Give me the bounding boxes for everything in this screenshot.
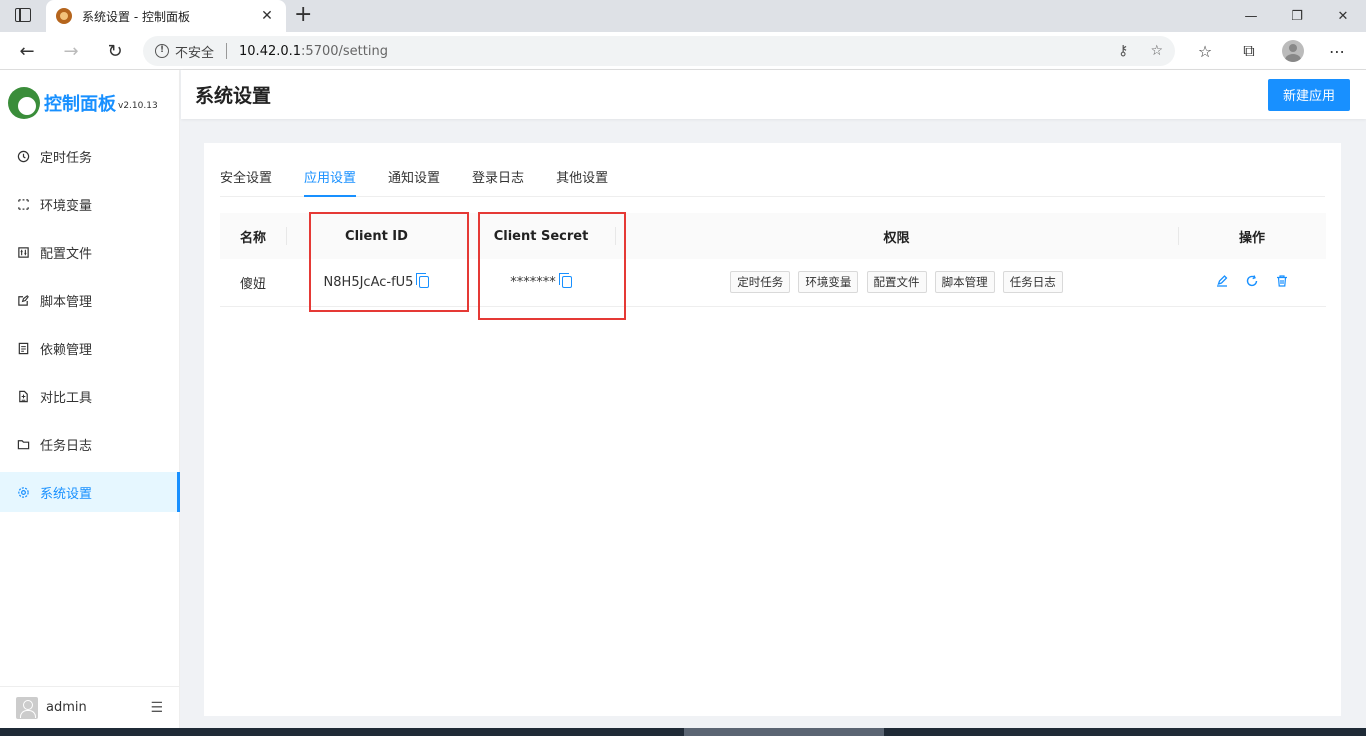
sidebar-item-env[interactable]: 环境变量 bbox=[0, 184, 179, 224]
logo[interactable]: 控制面板 v2.10.13 bbox=[0, 70, 179, 136]
taskbar-active-item[interactable] bbox=[684, 728, 884, 736]
column-header-permissions: 权限 bbox=[615, 213, 1178, 259]
delete-app-icon[interactable] bbox=[1274, 273, 1290, 289]
tab-security[interactable]: 安全设置 bbox=[220, 167, 272, 196]
page-header: 系统设置 新建应用 bbox=[181, 70, 1366, 119]
forward-icon[interactable]: → bbox=[57, 38, 85, 64]
gear-icon bbox=[16, 485, 30, 499]
insecure-label: 不安全 bbox=[175, 45, 215, 61]
browser-tab-bar: 系统设置 - 控制面板 ✕ + — ❐ ✕ bbox=[0, 0, 1366, 32]
more-options-icon[interactable]: ⋯ bbox=[1322, 36, 1352, 66]
sidebar-item-dependence[interactable]: 依赖管理 bbox=[0, 328, 179, 368]
sidebar-item-label: 对比工具 bbox=[40, 390, 93, 406]
permission-tag: 任务日志 bbox=[1002, 271, 1063, 294]
actions-cell bbox=[1178, 259, 1326, 307]
new-app-button[interactable]: 新建应用 bbox=[1267, 78, 1350, 111]
collections-icon[interactable]: ⧉ bbox=[1234, 36, 1264, 66]
warning-icon: ! bbox=[155, 44, 169, 58]
reset-secret-icon[interactable] bbox=[1244, 273, 1260, 289]
url-host: 10.42.0.1 bbox=[239, 43, 302, 59]
back-icon[interactable]: ← bbox=[13, 38, 41, 64]
address-bar[interactable]: ! 不安全 10.42.0.1 :5700/setting ⚷ ☆ bbox=[143, 36, 1175, 66]
logo-text: 控制面板 bbox=[44, 94, 116, 115]
close-window-icon[interactable]: ✕ bbox=[1320, 0, 1366, 32]
sidebar-footer: admin ☰ bbox=[0, 686, 179, 728]
close-tab-icon[interactable]: ✕ bbox=[258, 8, 276, 24]
site-favicon-icon bbox=[56, 8, 72, 24]
url-divider bbox=[226, 43, 228, 59]
reload-icon[interactable]: ↻ bbox=[101, 38, 129, 64]
variable-icon bbox=[16, 197, 30, 211]
sidebar-item-label: 脚本管理 bbox=[40, 294, 93, 310]
user-avatar[interactable] bbox=[16, 696, 38, 719]
app: 控制面板 v2.10.13 定时任务 环境变量 配置文件 脚本管理 依赖管理 对… bbox=[0, 70, 1366, 728]
key-icon[interactable]: ⚷ bbox=[1118, 43, 1128, 59]
tab-actions-icon[interactable] bbox=[15, 8, 31, 22]
permission-tag: 脚本管理 bbox=[934, 271, 995, 294]
tab-other[interactable]: 其他设置 bbox=[556, 167, 608, 196]
permission-tag: 环境变量 bbox=[798, 271, 859, 294]
os-taskbar bbox=[0, 728, 1366, 736]
sidebar-item-log[interactable]: 任务日志 bbox=[0, 424, 179, 464]
settings-card: 安全设置 应用设置 通知设置 登录日志 其他设置 名称 Client ID Cl… bbox=[204, 143, 1341, 716]
sidebar-item-label: 定时任务 bbox=[40, 150, 93, 166]
page-title: 系统设置 bbox=[195, 85, 272, 107]
tab-app[interactable]: 应用设置 bbox=[304, 167, 357, 197]
add-favorite-icon[interactable]: ☆ bbox=[1150, 43, 1163, 59]
version-label: v2.10.13 bbox=[118, 101, 158, 111]
edit-icon bbox=[16, 293, 30, 307]
settings-tabs: 安全设置 应用设置 通知设置 登录日志 其他设置 bbox=[220, 143, 1325, 197]
new-tab-icon[interactable]: + bbox=[294, 2, 312, 28]
app-name: 傻妞 bbox=[220, 259, 286, 307]
permission-tag: 配置文件 bbox=[866, 271, 927, 294]
permission-tag: 定时任务 bbox=[730, 271, 791, 294]
tab-title: 系统设置 - 控制面板 bbox=[82, 9, 190, 24]
sidebar: 控制面板 v2.10.13 定时任务 环境变量 配置文件 脚本管理 依赖管理 对… bbox=[0, 70, 180, 728]
diff-icon bbox=[16, 389, 30, 403]
browser-toolbar: ← → ↻ ! 不安全 10.42.0.1 :5700/setting ⚷ ☆ … bbox=[0, 32, 1366, 70]
sidebar-item-label: 任务日志 bbox=[40, 438, 93, 454]
url-path: :5700/setting bbox=[301, 43, 388, 59]
package-icon bbox=[16, 341, 30, 355]
permissions-cell: 定时任务 环境变量 配置文件 脚本管理 任务日志 bbox=[615, 259, 1178, 307]
tab-notification[interactable]: 通知设置 bbox=[388, 167, 440, 196]
tab-login-log[interactable]: 登录日志 bbox=[472, 167, 524, 196]
profile-icon[interactable] bbox=[1278, 36, 1308, 66]
window-controls: — ❐ ✕ bbox=[1228, 0, 1366, 32]
sidebar-item-label: 依赖管理 bbox=[40, 342, 93, 358]
edit-app-icon[interactable] bbox=[1214, 273, 1230, 289]
config-file-icon bbox=[16, 245, 30, 259]
logo-icon bbox=[8, 87, 40, 119]
sidebar-menu: 定时任务 环境变量 配置文件 脚本管理 依赖管理 对比工具 任务日志 系统设置 bbox=[0, 136, 180, 512]
sidebar-item-label: 系统设置 bbox=[40, 486, 93, 502]
client-id-highlight-box bbox=[309, 212, 469, 312]
minimize-icon[interactable]: — bbox=[1228, 0, 1274, 32]
user-name[interactable]: admin bbox=[46, 700, 150, 715]
sidebar-item-diff[interactable]: 对比工具 bbox=[0, 376, 179, 416]
favorites-icon[interactable]: ☆ bbox=[1190, 36, 1220, 66]
client-secret-highlight-box bbox=[478, 212, 626, 320]
folder-icon bbox=[16, 437, 30, 451]
sidebar-item-label: 配置文件 bbox=[40, 246, 93, 262]
sidebar-item-script[interactable]: 脚本管理 bbox=[0, 280, 179, 320]
column-header-actions: 操作 bbox=[1178, 213, 1326, 259]
sidebar-item-setting[interactable]: 系统设置 bbox=[0, 472, 180, 512]
browser-tab[interactable]: 系统设置 - 控制面板 ✕ bbox=[46, 0, 286, 32]
sidebar-item-crontab[interactable]: 定时任务 bbox=[0, 136, 179, 176]
sidebar-item-label: 环境变量 bbox=[40, 198, 93, 214]
clock-icon bbox=[16, 149, 30, 163]
collapse-menu-icon[interactable]: ☰ bbox=[150, 700, 163, 716]
column-header-name: 名称 bbox=[220, 213, 286, 259]
restore-icon[interactable]: ❐ bbox=[1274, 0, 1320, 32]
sidebar-item-config[interactable]: 配置文件 bbox=[0, 232, 179, 272]
